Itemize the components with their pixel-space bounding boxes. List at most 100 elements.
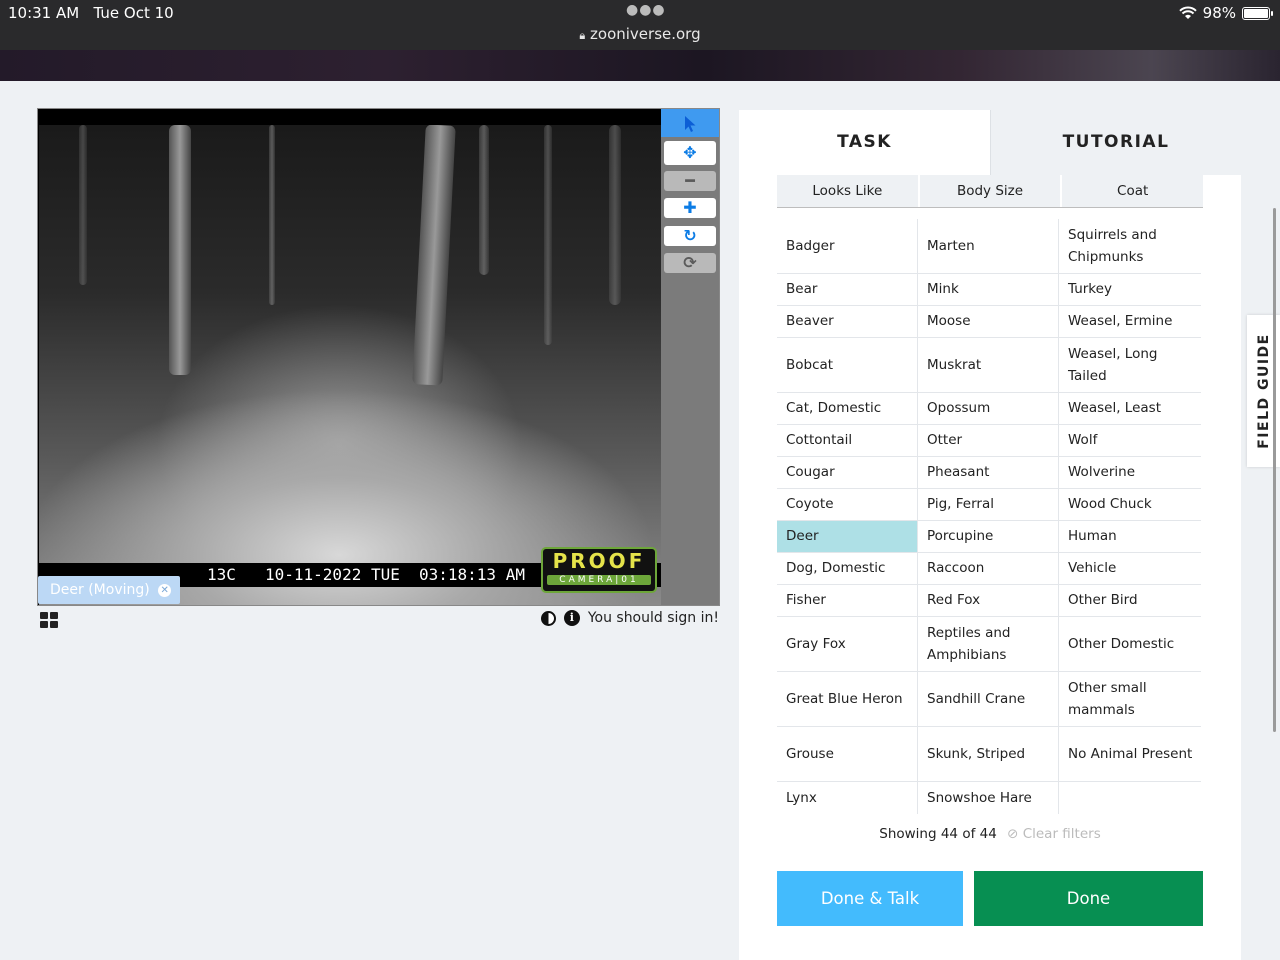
camera-logo-sub: CAMERA|01 — [547, 575, 651, 585]
species-choice[interactable]: Other Bird — [1059, 585, 1201, 616]
species-choice[interactable]: Turkey — [1059, 274, 1201, 305]
pointer-tool-button[interactable] — [661, 109, 719, 137]
wifi-icon — [1178, 6, 1197, 19]
lock-icon: 🔒︎ — [579, 29, 586, 42]
tab-tutorial[interactable]: TUTORIAL — [990, 110, 1241, 175]
species-choice[interactable]: Other Domestic — [1059, 617, 1201, 671]
clear-filters-label: Clear filters — [1022, 826, 1101, 842]
species-choice[interactable]: Fisher — [777, 585, 918, 616]
species-choice[interactable]: Badger — [777, 219, 918, 273]
subject-viewer: 13C 10-11-2022 TUE 03:18:13 AM PROOF CAM… — [37, 108, 720, 606]
species-choice[interactable]: Moose — [918, 306, 1059, 337]
reset-icon: ⟳ — [683, 253, 697, 272]
filter-looks-like[interactable]: Looks Like — [777, 175, 920, 207]
species-choice[interactable]: Pheasant — [918, 457, 1059, 488]
species-choice[interactable]: Raccoon — [918, 553, 1059, 584]
species-choice[interactable]: Marten — [918, 219, 1059, 273]
species-choice[interactable]: Cat, Domestic — [777, 393, 918, 424]
species-choice[interactable]: Weasel, Long Tailed — [1059, 338, 1201, 392]
zoom-out-button[interactable]: ━ — [664, 171, 716, 191]
species-choice[interactable]: Great Blue Heron — [777, 672, 918, 726]
status-bar: 10:31 AM Tue Oct 10 ●●● 🔒︎ zooniverse.or… — [0, 0, 1280, 50]
species-choice[interactable]: Coyote — [777, 489, 918, 520]
species-choice[interactable]: Beaver — [777, 306, 918, 337]
page-scrollbar[interactable] — [1273, 208, 1276, 732]
species-choice[interactable]: Pig, Ferral — [918, 489, 1059, 520]
annotation-label[interactable]: Deer (Moving) ✕ — [38, 576, 180, 604]
move-icon: ✥ — [683, 143, 697, 162]
zoom-in-button[interactable]: ✚ — [664, 198, 716, 218]
choice-row: Beaver Moose Weasel, Ermine — [777, 306, 1201, 338]
filter-body-size[interactable]: Body Size — [919, 175, 1063, 207]
zoom-out-icon: ━ — [685, 171, 695, 190]
species-choice[interactable]: Grouse — [777, 727, 918, 781]
info-icon[interactable]: i — [563, 610, 580, 626]
filter-bar: Looks Like Body Size Coat — [777, 175, 1204, 208]
species-choice[interactable]: Weasel, Least — [1059, 393, 1201, 424]
camera-trap-image[interactable]: 13C 10-11-2022 TUE 03:18:13 AM PROOF CAM… — [39, 125, 661, 605]
camera-logo: PROOF CAMERA|01 — [541, 547, 657, 593]
species-choice[interactable]: Other small mammals — [1059, 672, 1201, 726]
choice-row: Fisher Red Fox Other Bird — [777, 585, 1201, 617]
species-choice[interactable]: Otter — [918, 425, 1059, 456]
species-choice[interactable]: Bobcat — [777, 338, 918, 392]
tab-task[interactable]: TASK — [739, 110, 990, 175]
remove-annotation-icon[interactable]: ✕ — [158, 583, 172, 597]
species-choice[interactable]: Mink — [918, 274, 1059, 305]
species-choice[interactable]: Sandhill Crane — [918, 672, 1059, 726]
species-choice[interactable]: Red Fox — [918, 585, 1059, 616]
filter-coat[interactable]: Coat — [1062, 175, 1204, 207]
species-choice[interactable]: Squirrels and Chipmunks — [1059, 219, 1201, 273]
done-button[interactable]: Done — [974, 871, 1203, 926]
species-choice[interactable]: Skunk, Striped — [918, 727, 1059, 781]
choice-row: Lynx Snowshoe Hare — [777, 782, 1201, 814]
more-dots-icon[interactable]: ●●● — [626, 2, 666, 18]
species-choice[interactable]: Wood Chuck — [1059, 489, 1201, 520]
move-tool-button[interactable]: ✥ — [664, 141, 716, 165]
species-choice[interactable]: Vehicle — [1059, 553, 1201, 584]
species-choice[interactable]: Wolverine — [1059, 457, 1201, 488]
species-choice[interactable]: No Animal Present — [1059, 727, 1201, 781]
species-choice[interactable]: Dog, Domestic — [777, 553, 918, 584]
address-bar[interactable]: 🔒︎ zooniverse.org — [0, 25, 1280, 43]
url-text: zooniverse.org — [590, 25, 701, 43]
choice-row: Cougar Pheasant Wolverine — [777, 457, 1201, 489]
invert-colors-icon[interactable] — [540, 610, 556, 626]
species-choice[interactable]: Lynx — [777, 782, 918, 814]
battery-icon — [1242, 6, 1273, 20]
species-choice[interactable]: Snowshoe Hare — [918, 782, 1059, 814]
filter-status: Showing 44 of 44 ⊘ Clear filters — [739, 826, 1241, 842]
species-choice[interactable]: Cougar — [777, 457, 918, 488]
done-and-talk-button[interactable]: Done & Talk — [777, 871, 963, 926]
subject-set-toggle[interactable] — [40, 612, 58, 628]
species-choice[interactable]: Opossum — [918, 393, 1059, 424]
species-choice[interactable]: Reptiles and Amphibians — [918, 617, 1059, 671]
species-choice[interactable]: Wolf — [1059, 425, 1201, 456]
sign-in-message: You should sign in! — [587, 610, 719, 626]
species-choice[interactable]: Weasel, Ermine — [1059, 306, 1201, 337]
choice-row: Coyote Pig, Ferral Wood Chuck — [777, 489, 1201, 521]
image-toolbar: ✥ ━ ✚ ↻ ⟳ — [661, 109, 719, 605]
task-panel: TASK TUTORIAL Looks Like Body Size Coat … — [739, 110, 1241, 960]
species-choice[interactable]: Human — [1059, 521, 1201, 552]
camera-logo-text: PROOF — [552, 549, 646, 573]
species-choice[interactable]: Deer — [777, 521, 918, 552]
annotation-label-text: Deer (Moving) — [50, 582, 150, 598]
species-choice[interactable]: Gray Fox — [777, 617, 918, 671]
battery-percent: 98% — [1202, 4, 1236, 22]
species-choice[interactable]: Cottontail — [777, 425, 918, 456]
choice-row: Gray Fox Reptiles and Amphibians Other Dom… — [777, 617, 1201, 672]
species-choice[interactable]: Muskrat — [918, 338, 1059, 392]
status-date: Tue Oct 10 — [93, 4, 174, 22]
species-choice-grid: Badger Marten Squirrels and Chipmunks Bear M… — [777, 219, 1201, 814]
choice-row: Badger Marten Squirrels and Chipmunks — [777, 219, 1201, 274]
stamp-temp: 13C — [207, 565, 236, 584]
reset-button[interactable]: ⟳ — [664, 253, 716, 273]
clear-filters-button[interactable]: ⊘ Clear filters — [1007, 826, 1101, 842]
clear-icon: ⊘ — [1007, 826, 1019, 842]
choice-row: Great Blue Heron Sandhill Crane Other smal… — [777, 672, 1201, 727]
species-choice[interactable]: Bear — [777, 274, 918, 305]
species-choice[interactable]: Porcupine — [918, 521, 1059, 552]
rotate-button[interactable]: ↻ — [664, 226, 716, 246]
zoom-in-icon: ✚ — [683, 198, 697, 217]
